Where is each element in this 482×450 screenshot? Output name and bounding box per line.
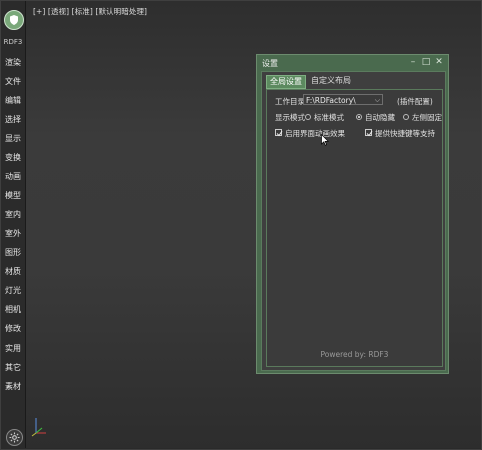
logo-text: RDF3 xyxy=(3,38,23,46)
close-icon[interactable]: ✕ xyxy=(433,56,445,68)
viewport-plus-menu[interactable]: [+] xyxy=(33,7,45,16)
shield-icon xyxy=(10,15,18,25)
viewport-label: [+] [透视] [标准] [默认明暗处理] xyxy=(33,6,147,17)
settings-button[interactable] xyxy=(6,429,23,446)
viewport-perspective-menu[interactable]: [透视] xyxy=(48,7,69,16)
nav-model[interactable]: 模型 xyxy=(1,190,25,201)
shortcut-checkbox-label[interactable]: 提供快捷键等支持 xyxy=(375,128,435,139)
nav-edit[interactable]: 编辑 xyxy=(1,95,25,106)
nav-interior[interactable]: 室内 xyxy=(1,209,25,220)
nav-select[interactable]: 选择 xyxy=(1,114,25,125)
mode-autohide-radio[interactable] xyxy=(356,114,362,120)
nav-render[interactable]: 渲染 xyxy=(1,57,25,68)
nav-other[interactable]: 其它 xyxy=(1,362,25,373)
gear-icon xyxy=(9,432,20,443)
app-logo[interactable] xyxy=(4,10,24,30)
dialog-body: 全局设置 自定义布局 工作目录 F:\RDFactory\ ⌵ (插件配置) 显… xyxy=(261,71,446,371)
mode-standard-label[interactable]: 标准模式 xyxy=(314,112,344,123)
animation-checkbox[interactable] xyxy=(275,129,283,137)
nav-light[interactable]: 灯光 xyxy=(1,285,25,296)
display-mode-label: 显示模式 xyxy=(275,113,305,122)
checkmark-icon xyxy=(366,130,373,137)
animation-checkbox-label[interactable]: 启用界面动画效果 xyxy=(285,128,345,139)
tab-custom-layout[interactable]: 自定义布局 xyxy=(308,75,354,87)
nav-utility[interactable]: 实用 xyxy=(1,343,25,354)
powered-by-footer: Powered by: RDF3 xyxy=(320,350,389,359)
mode-autohide-label[interactable]: 自动隐藏 xyxy=(365,112,395,123)
nav-file[interactable]: 文件 xyxy=(1,76,25,87)
nav-animation[interactable]: 动画 xyxy=(1,171,25,182)
mode-standard-radio[interactable] xyxy=(305,114,311,120)
work-dir-value: F:\RDFactory\ xyxy=(306,96,356,105)
nav-exterior[interactable]: 室外 xyxy=(1,228,25,239)
nav-display[interactable]: 显示 xyxy=(1,133,25,144)
tab-content: 工作目录 F:\RDFactory\ ⌵ (插件配置) 显示模式 标准模式 自动… xyxy=(266,89,443,367)
work-dir-label: 工作目录 xyxy=(275,97,305,106)
minimize-icon[interactable]: – xyxy=(407,56,419,68)
checkmark-icon xyxy=(276,130,283,137)
work-dir-field[interactable]: F:\RDFactory\ ⌵ xyxy=(303,94,383,105)
nav-shapes[interactable]: 图形 xyxy=(1,247,25,258)
nav-transform[interactable]: 变换 xyxy=(1,152,25,163)
chevron-down-icon[interactable]: ⌵ xyxy=(375,95,380,106)
sidebar: RDF3 渲染 文件 编辑 选择 显示 变换 动画 模型 室内 室外 图形 材质… xyxy=(1,1,26,448)
plugin-config-link[interactable]: (插件配置) xyxy=(397,96,433,107)
nav-assets[interactable]: 素材 xyxy=(1,381,25,392)
maximize-icon[interactable]: □ xyxy=(420,56,432,68)
dialog-title: 设置 xyxy=(262,59,278,68)
axis-gizmo-icon xyxy=(31,418,46,437)
viewport-shading-menu[interactable]: [默认明暗处理] xyxy=(95,7,147,16)
nav-camera[interactable]: 相机 xyxy=(1,304,25,315)
settings-dialog: 设置 – □ ✕ 全局设置 自定义布局 工作目录 F:\RDFactory\ ⌵… xyxy=(256,54,449,374)
tab-global-settings[interactable]: 全局设置 xyxy=(266,75,306,89)
mode-left-fixed-radio[interactable] xyxy=(403,114,409,120)
viewport-standard-menu[interactable]: [标准] xyxy=(72,7,93,16)
shortcut-checkbox[interactable] xyxy=(365,129,373,137)
nav-material[interactable]: 材质 xyxy=(1,266,25,277)
mouse-cursor-icon xyxy=(321,134,329,146)
nav-modify[interactable]: 修改 xyxy=(1,323,25,334)
mode-left-fixed-label[interactable]: 左侧固定 xyxy=(412,112,442,123)
